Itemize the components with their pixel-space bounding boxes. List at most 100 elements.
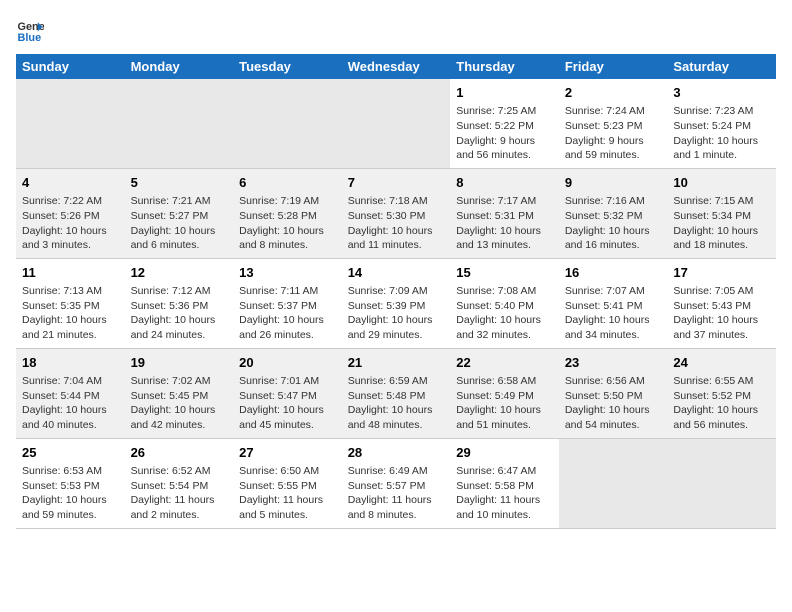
cell-5-4: 28Sunrise: 6:49 AMSunset: 5:57 PMDayligh… — [342, 438, 451, 528]
cell-2-2: 5 Sunrise: 7:21 AMSunset: 5:27 PMDaylight… — [125, 168, 234, 258]
day-info: Sunrise: 7:13 AMSunset: 5:35 PMDaylight:… — [22, 284, 119, 343]
day-number: 19 — [131, 354, 228, 372]
week-row-1: 1 Sunrise: 7:25 AMSunset: 5:22 PMDaylight… — [16, 79, 776, 168]
day-number: 11 — [22, 264, 119, 282]
cell-4-7: 24Sunrise: 6:55 AMSunset: 5:52 PMDayligh… — [667, 348, 776, 438]
day-number: 16 — [565, 264, 662, 282]
cell-5-3: 27 Sunrise: 6:50 AMSunset: 5:55 PMDayligh… — [233, 438, 342, 528]
day-number: 20 — [239, 354, 336, 372]
day-number: 7 — [348, 174, 445, 192]
cell-5-7 — [667, 438, 776, 528]
day-number: 10 — [673, 174, 770, 192]
header-friday: Friday — [559, 54, 668, 79]
day-info: Sunrise: 7:25 AMSunset: 5:22 PMDaylight:… — [456, 104, 553, 163]
day-number: 2 — [565, 84, 662, 102]
header-saturday: Saturday — [667, 54, 776, 79]
day-info: Sunrise: 6:55 AMSunset: 5:52 PMDaylight:… — [673, 374, 770, 433]
day-info: Sunrise: 7:22 AMSunset: 5:26 PMDaylight:… — [22, 194, 119, 253]
cell-1-7: 3 Sunrise: 7:23 AMSunset: 5:24 PMDaylight… — [667, 79, 776, 168]
cell-1-5: 1 Sunrise: 7:25 AMSunset: 5:22 PMDaylight… — [450, 79, 559, 168]
day-number: 15 — [456, 264, 553, 282]
day-info: Sunrise: 7:17 AMSunset: 5:31 PMDaylight:… — [456, 194, 553, 253]
day-number: 4 — [22, 174, 119, 192]
day-info: Sunrise: 6:50 AMSunset: 5:55 PMDaylight:… — [239, 464, 336, 523]
day-info: Sunrise: 6:56 AMSunset: 5:50 PMDaylight:… — [565, 374, 662, 433]
cell-5-5: 29 Sunrise: 6:47 AMSunset: 5:58 PMDayligh… — [450, 438, 559, 528]
day-info: Sunrise: 7:19 AMSunset: 5:28 PMDaylight:… — [239, 194, 336, 253]
header-wednesday: Wednesday — [342, 54, 451, 79]
cell-1-1 — [16, 79, 125, 168]
day-number: 1 — [456, 84, 553, 102]
cell-1-2 — [125, 79, 234, 168]
cell-4-5: 22 Sunrise: 6:58 AMSunset: 5:49 PMDayligh… — [450, 348, 559, 438]
day-info: Sunrise: 7:21 AMSunset: 5:27 PMDaylight:… — [131, 194, 228, 253]
cell-4-4: 21 Sunrise: 6:59 AMSunset: 5:48 PMDayligh… — [342, 348, 451, 438]
cell-3-4: 14Sunrise: 7:09 AMSunset: 5:39 PMDayligh… — [342, 258, 451, 348]
logo: General Blue — [16, 16, 48, 44]
day-info: Sunrise: 6:47 AMSunset: 5:58 PMDaylight:… — [456, 464, 553, 523]
cell-2-1: 4 Sunrise: 7:22 AMSunset: 5:26 PMDaylight… — [16, 168, 125, 258]
header-monday: Monday — [125, 54, 234, 79]
cell-2-7: 10 Sunrise: 7:15 AMSunset: 5:34 PMDayligh… — [667, 168, 776, 258]
day-info: Sunrise: 7:12 AMSunset: 5:36 PMDaylight:… — [131, 284, 228, 343]
cell-1-6: 2 Sunrise: 7:24 AMSunset: 5:23 PMDaylight… — [559, 79, 668, 168]
day-info: Sunrise: 7:24 AMSunset: 5:23 PMDaylight:… — [565, 104, 662, 163]
cell-1-4 — [342, 79, 451, 168]
cell-4-1: 18 Sunrise: 7:04 AMSunset: 5:44 PMDayligh… — [16, 348, 125, 438]
day-number: 26 — [131, 444, 228, 462]
cell-1-3 — [233, 79, 342, 168]
day-info: Sunrise: 7:01 AMSunset: 5:47 PMDaylight:… — [239, 374, 336, 433]
day-number: 29 — [456, 444, 553, 462]
day-info: Sunrise: 6:59 AMSunset: 5:48 PMDaylight:… — [348, 374, 445, 433]
header-sunday: Sunday — [16, 54, 125, 79]
day-info: Sunrise: 7:18 AMSunset: 5:30 PMDaylight:… — [348, 194, 445, 253]
week-row-4: 18 Sunrise: 7:04 AMSunset: 5:44 PMDayligh… — [16, 348, 776, 438]
day-info: Sunrise: 7:02 AMSunset: 5:45 PMDaylight:… — [131, 374, 228, 433]
day-number: 27 — [239, 444, 336, 462]
day-info: Sunrise: 7:23 AMSunset: 5:24 PMDaylight:… — [673, 104, 770, 163]
cell-3-3: 13 Sunrise: 7:11 AMSunset: 5:37 PMDayligh… — [233, 258, 342, 348]
week-row-3: 11 Sunrise: 7:13 AMSunset: 5:35 PMDayligh… — [16, 258, 776, 348]
day-number: 3 — [673, 84, 770, 102]
calendar-header-row: SundayMondayTuesdayWednesdayThursdayFrid… — [16, 54, 776, 79]
header-thursday: Thursday — [450, 54, 559, 79]
day-number: 12 — [131, 264, 228, 282]
day-info: Sunrise: 7:04 AMSunset: 5:44 PMDaylight:… — [22, 374, 119, 433]
day-number: 21 — [348, 354, 445, 372]
day-number: 13 — [239, 264, 336, 282]
day-info: Sunrise: 7:16 AMSunset: 5:32 PMDaylight:… — [565, 194, 662, 253]
day-info: Sunrise: 7:05 AMSunset: 5:43 PMDaylight:… — [673, 284, 770, 343]
cell-3-7: 17 Sunrise: 7:05 AMSunset: 5:43 PMDayligh… — [667, 258, 776, 348]
day-number: 25 — [22, 444, 119, 462]
day-number: 9 — [565, 174, 662, 192]
day-number: 23 — [565, 354, 662, 372]
day-number: 14 — [348, 264, 445, 282]
day-info: Sunrise: 7:15 AMSunset: 5:34 PMDaylight:… — [673, 194, 770, 253]
cell-4-2: 19 Sunrise: 7:02 AMSunset: 5:45 PMDayligh… — [125, 348, 234, 438]
day-number: 5 — [131, 174, 228, 192]
cell-4-6: 23 Sunrise: 6:56 AMSunset: 5:50 PMDayligh… — [559, 348, 668, 438]
day-number: 6 — [239, 174, 336, 192]
day-number: 18 — [22, 354, 119, 372]
cell-5-2: 26 Sunrise: 6:52 AMSunset: 5:54 PMDayligh… — [125, 438, 234, 528]
cell-4-3: 20 Sunrise: 7:01 AMSunset: 5:47 PMDayligh… — [233, 348, 342, 438]
day-info: Sunrise: 7:11 AMSunset: 5:37 PMDaylight:… — [239, 284, 336, 343]
cell-2-3: 6 Sunrise: 7:19 AMSunset: 5:28 PMDaylight… — [233, 168, 342, 258]
calendar-table: SundayMondayTuesdayWednesdayThursdayFrid… — [16, 54, 776, 529]
day-info: Sunrise: 6:52 AMSunset: 5:54 PMDaylight:… — [131, 464, 228, 523]
page-header: General Blue — [16, 16, 776, 44]
week-row-5: 25 Sunrise: 6:53 AMSunset: 5:53 PMDayligh… — [16, 438, 776, 528]
day-info: Sunrise: 6:58 AMSunset: 5:49 PMDaylight:… — [456, 374, 553, 433]
cell-5-1: 25 Sunrise: 6:53 AMSunset: 5:53 PMDayligh… — [16, 438, 125, 528]
day-info: Sunrise: 7:07 AMSunset: 5:41 PMDaylight:… — [565, 284, 662, 343]
day-info: Sunrise: 6:49 AMSunset: 5:57 PMDaylight:… — [348, 464, 445, 523]
cell-2-5: 8Sunrise: 7:17 AMSunset: 5:31 PMDaylight… — [450, 168, 559, 258]
day-info: Sunrise: 6:53 AMSunset: 5:53 PMDaylight:… — [22, 464, 119, 523]
logo-icon: General Blue — [16, 16, 44, 44]
cell-5-6 — [559, 438, 668, 528]
day-number: 22 — [456, 354, 553, 372]
day-number: 17 — [673, 264, 770, 282]
week-row-2: 4 Sunrise: 7:22 AMSunset: 5:26 PMDaylight… — [16, 168, 776, 258]
cell-2-6: 9 Sunrise: 7:16 AMSunset: 5:32 PMDaylight… — [559, 168, 668, 258]
cell-3-1: 11 Sunrise: 7:13 AMSunset: 5:35 PMDayligh… — [16, 258, 125, 348]
